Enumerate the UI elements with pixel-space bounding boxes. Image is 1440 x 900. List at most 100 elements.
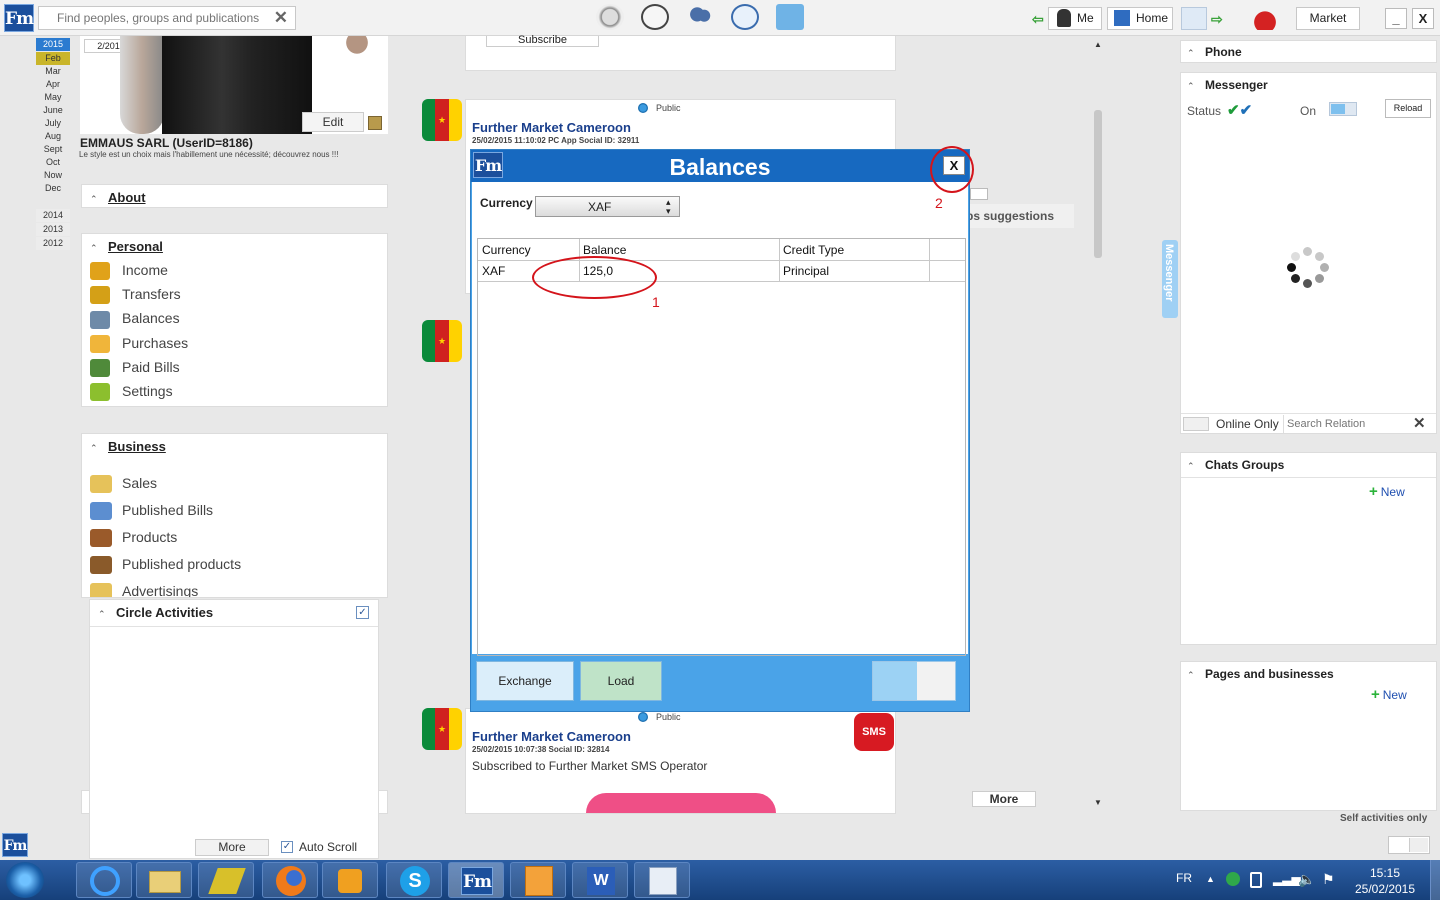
column-header-credit-type[interactable]: Credit Type: [779, 240, 844, 260]
calendar-month[interactable]: Now: [36, 169, 70, 182]
globe-icon[interactable]: [641, 4, 669, 30]
network-icon[interactable]: ▂▃▅: [1273, 872, 1301, 886]
scrollbar-thumb[interactable]: [1094, 110, 1102, 258]
cameroon-flag-avatar[interactable]: ★: [422, 320, 462, 362]
currency-select[interactable]: XAF ▴ ▾: [535, 196, 680, 217]
calendar-month[interactable]: July: [36, 117, 70, 130]
new-page-button[interactable]: + New: [1371, 686, 1407, 703]
business-item-sales[interactable]: Sales: [90, 472, 157, 494]
messenger-side-tab[interactable]: Messenger: [1162, 240, 1178, 318]
business-item-products[interactable]: Products: [90, 526, 177, 548]
market-button[interactable]: Market: [1296, 7, 1360, 30]
taskbar-explorer-icon[interactable]: [136, 862, 192, 898]
status-toggle[interactable]: [1329, 102, 1357, 116]
calendar-year-current[interactable]: 2015: [36, 38, 70, 51]
chats-groups-header[interactable]: ⌃ Chats Groups: [1187, 458, 1284, 472]
battery-icon[interactable]: [1250, 872, 1262, 888]
status-check-icon[interactable]: ✔✔: [1227, 101, 1257, 119]
row-currency-cell[interactable]: XAF: [478, 261, 505, 281]
cart-icon[interactable]: [1250, 4, 1280, 30]
self-activities-toggle[interactable]: [1388, 836, 1430, 854]
personal-item-income[interactable]: Income: [90, 259, 168, 281]
chat-icon[interactable]: [731, 4, 759, 30]
skype-money-icon[interactable]: [596, 4, 624, 30]
home-button[interactable]: Home: [1107, 7, 1173, 30]
taskbar-media-icon[interactable]: [322, 862, 378, 898]
scroll-up-icon[interactable]: ▲: [1094, 40, 1102, 49]
cameroon-flag-avatar[interactable]: ★: [422, 99, 462, 141]
taskbar-firefox-icon[interactable]: [262, 862, 318, 898]
volume-icon[interactable]: 🔈: [1298, 871, 1315, 888]
business-item-published-products[interactable]: Published products: [90, 553, 241, 575]
suggestion-toggle[interactable]: [970, 188, 988, 200]
clock[interactable]: 15:15 25/02/2015: [1350, 865, 1420, 897]
feed-scrollbar[interactable]: ▲ ▼: [1094, 40, 1102, 808]
forward-arrow-icon[interactable]: ⇨: [1211, 11, 1223, 28]
business-item-published-bills[interactable]: Published Bills: [90, 499, 213, 521]
footer-logo[interactable]: Fm: [2, 833, 28, 857]
calendar-month[interactable]: Dec: [36, 182, 70, 195]
back-arrow-icon[interactable]: ⇦: [1032, 11, 1044, 28]
dialog-toggle[interactable]: [872, 661, 956, 701]
calendar-year[interactable]: 2013: [36, 223, 70, 236]
calendar-year[interactable]: 2012: [36, 237, 70, 250]
clear-relation-search-icon[interactable]: ✕: [1413, 414, 1426, 432]
calendar-month[interactable]: Apr: [36, 78, 70, 91]
exchange-button[interactable]: Exchange: [476, 661, 574, 701]
load-button[interactable]: Load: [580, 661, 662, 701]
column-header-currency[interactable]: Currency: [478, 240, 531, 260]
camera-icon[interactable]: [368, 116, 382, 130]
calendar-month[interactable]: June: [36, 104, 70, 117]
search-box[interactable]: ✕: [38, 6, 296, 30]
online-only-toggle[interactable]: [1183, 417, 1209, 431]
post-title[interactable]: Further Market Cameroon: [472, 120, 631, 135]
action-center-flag-icon[interactable]: ⚑: [1322, 871, 1335, 888]
scroll-down-icon[interactable]: ▼: [1094, 798, 1102, 807]
row-credit-type-cell[interactable]: Principal: [779, 261, 829, 281]
taskbar-app-icon[interactable]: [198, 862, 254, 898]
circle-more-button[interactable]: More: [195, 839, 269, 856]
messenger-header[interactable]: ⌃ Messenger: [1187, 78, 1268, 92]
sync-icon[interactable]: [1181, 7, 1207, 30]
auto-scroll-checkbox[interactable]: ✓: [281, 841, 293, 853]
show-desktop-button[interactable]: [1430, 860, 1440, 900]
taskbar-paint-icon[interactable]: [634, 862, 690, 898]
calendar-month[interactable]: Mar: [36, 65, 70, 78]
cameroon-flag-avatar[interactable]: ★: [422, 708, 462, 750]
business-header[interactable]: ⌃ Business: [90, 439, 166, 454]
calendar-month[interactable]: May: [36, 91, 70, 104]
minimize-button[interactable]: _: [1385, 8, 1407, 29]
feed-more-button[interactable]: More: [972, 791, 1036, 807]
calendar-month[interactable]: Sept: [36, 143, 70, 156]
personal-header[interactable]: ⌃ Personal: [90, 239, 163, 254]
start-button[interactable]: [6, 862, 44, 898]
about-header[interactable]: ⌃ About: [90, 190, 146, 205]
circle-activities-header[interactable]: ⌃ Circle Activities: [98, 605, 213, 620]
search-relation-input[interactable]: [1283, 415, 1407, 433]
language-indicator[interactable]: FR: [1176, 871, 1192, 885]
people-icon[interactable]: [686, 4, 714, 30]
personal-item-paid-bills[interactable]: Paid Bills: [90, 356, 180, 378]
personal-item-purchases[interactable]: Purchases: [90, 332, 188, 354]
edit-cover-button[interactable]: Edit: [302, 112, 364, 132]
calendar-month[interactable]: Feb: [36, 52, 70, 65]
calendar-month[interactable]: Aug: [36, 130, 70, 143]
basket-icon[interactable]: [776, 4, 804, 30]
post-title[interactable]: Further Market Cameroon: [472, 729, 631, 744]
calendar-month[interactable]: Oct: [36, 156, 70, 169]
clear-search-icon[interactable]: ✕: [274, 8, 288, 28]
me-button[interactable]: Me: [1048, 7, 1102, 30]
phone-header[interactable]: ⌃ Phone: [1187, 45, 1242, 59]
suggestions-tab[interactable]: ps suggestions: [966, 204, 1074, 228]
circle-activities-checkbox[interactable]: ✓: [356, 606, 369, 619]
business-item-advertisings[interactable]: Advertisings: [90, 580, 198, 597]
search-input[interactable]: [39, 7, 264, 29]
calendar-year[interactable]: 2014: [36, 209, 70, 222]
taskbar-skype-icon[interactable]: S: [386, 862, 442, 898]
reload-button[interactable]: Reload: [1385, 99, 1431, 118]
personal-item-transfers[interactable]: Transfers: [90, 283, 181, 305]
close-window-button[interactable]: X: [1412, 8, 1434, 29]
tray-app-icon[interactable]: [1226, 872, 1240, 886]
subscribe-button[interactable]: Subscribe: [486, 35, 599, 47]
taskbar-pdf-icon[interactable]: [510, 862, 566, 898]
